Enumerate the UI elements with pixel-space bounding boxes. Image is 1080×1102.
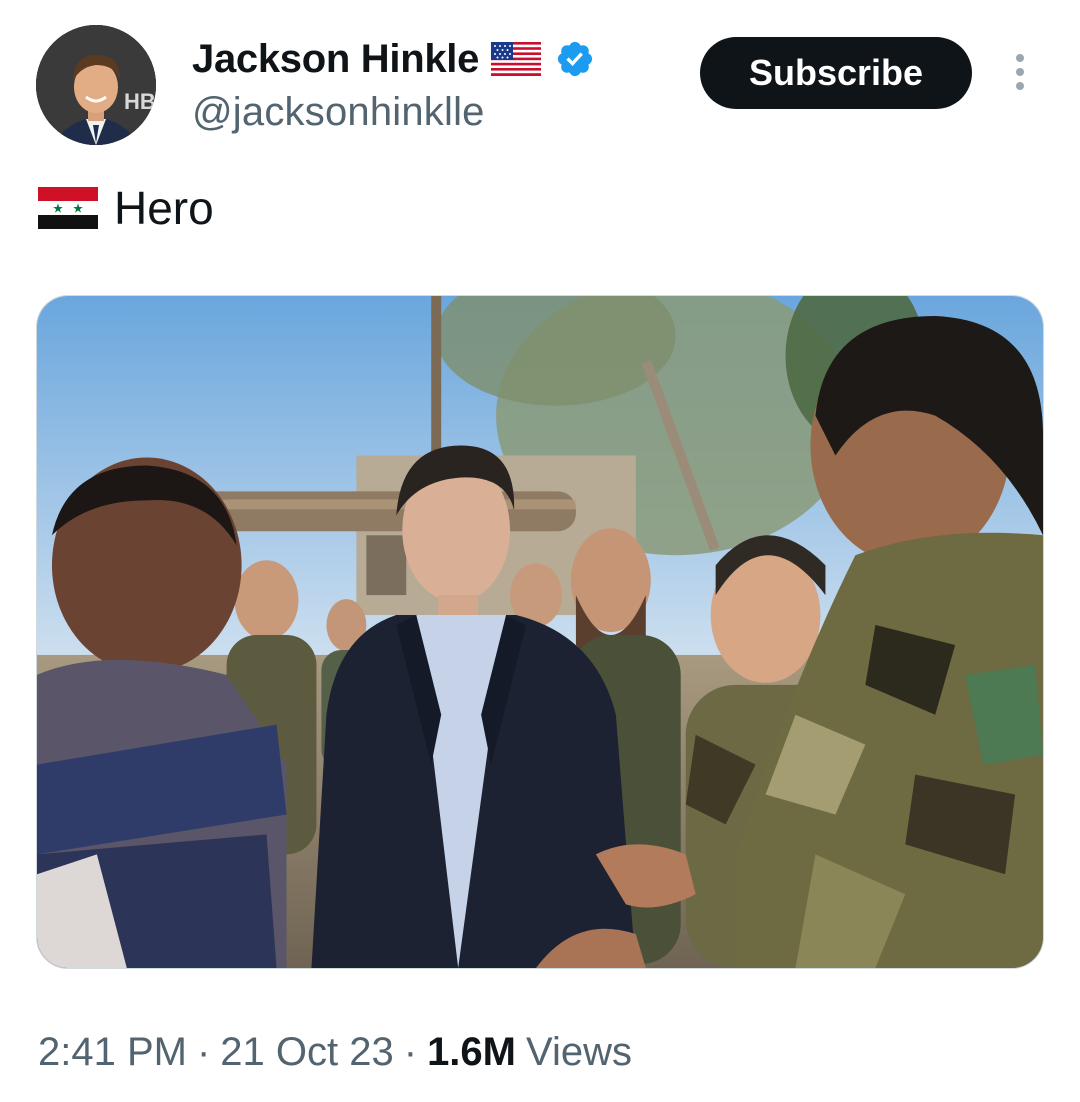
- author-name-row[interactable]: Jackson Hinkle: [192, 36, 595, 82]
- author-handle[interactable]: @jacksonhinklle: [192, 90, 485, 135]
- meta-separator: ·: [196, 1030, 211, 1074]
- tweet-meta-row: 2:41 PM · 21 Oct 23 · 1.6M Views: [38, 1030, 632, 1075]
- tweet-time[interactable]: 2:41 PM: [38, 1030, 187, 1075]
- tweet-text-row: Hero: [38, 178, 214, 238]
- more-vertical-icon[interactable]: [1004, 50, 1036, 94]
- avatar-image: HB: [36, 25, 156, 145]
- author-avatar[interactable]: HB: [36, 25, 156, 145]
- author-display-name[interactable]: Jackson Hinkle: [192, 37, 479, 82]
- syria-flag-icon: [38, 187, 98, 229]
- views-label: Views: [526, 1030, 632, 1074]
- tweet-text: Hero: [114, 182, 214, 234]
- tweet-date[interactable]: 21 Oct 23: [220, 1030, 393, 1075]
- verified-badge-icon[interactable]: [555, 39, 595, 79]
- us-flag-icon: [491, 42, 542, 76]
- tweet-card: HB Jackson Hinkle @jacksonhinklle Subscr…: [0, 0, 1080, 1102]
- views-count[interactable]: 1.6M: [427, 1030, 516, 1075]
- photo-image: [37, 296, 1043, 968]
- tweet-media-photo[interactable]: [36, 295, 1044, 969]
- avatar-backdrop-text: HB: [124, 89, 156, 114]
- subscribe-button[interactable]: Subscribe: [700, 37, 972, 109]
- meta-separator: ·: [403, 1030, 418, 1074]
